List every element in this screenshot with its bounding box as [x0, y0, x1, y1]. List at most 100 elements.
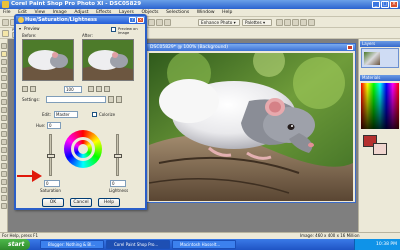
red-eye-tool-icon[interactable]: [1, 99, 7, 105]
menu-file[interactable]: File: [0, 9, 14, 17]
navigate-icon[interactable]: [88, 86, 94, 92]
reset-icon[interactable]: [116, 96, 122, 103]
palettes-panel: Layers Materials: [358, 39, 400, 232]
ok-button[interactable]: OK: [42, 198, 64, 207]
image-window-title: DSC05829* @ 100% (Background): [147, 44, 355, 51]
proof-icon[interactable]: [96, 86, 102, 92]
hue-label: Hue:: [36, 123, 46, 128]
picture-tube-tool-icon[interactable]: [1, 195, 7, 201]
image-window-close-icon[interactable]: [347, 45, 353, 50]
move-tool-icon[interactable]: [1, 75, 7, 81]
script-run-icon[interactable]: [148, 19, 155, 26]
menu-selections[interactable]: Selections: [163, 9, 192, 17]
layers-palette-title: Layers: [360, 41, 400, 47]
tool-options-icon[interactable]: [308, 19, 315, 26]
after-preview[interactable]: [82, 39, 134, 81]
lightness-input[interactable]: 0: [110, 180, 126, 187]
dialog-close-icon[interactable]: ×: [137, 17, 144, 23]
hue-wheel[interactable]: [64, 130, 102, 168]
crop-tool-icon[interactable]: [1, 67, 7, 73]
saturation-input[interactable]: 0: [44, 180, 60, 187]
smudge-tool-icon[interactable]: [1, 171, 7, 177]
clone-tool-icon[interactable]: [1, 107, 7, 113]
taskbar-item-macintosh[interactable]: Macintosh Hasselt...: [172, 240, 236, 249]
shape-tool-icon[interactable]: [1, 147, 7, 153]
edit-label: Edit:: [42, 112, 52, 117]
preview-on-image-checkbox[interactable]: [111, 27, 116, 32]
settings-label: Settings:: [22, 97, 40, 102]
start-button[interactable]: start: [0, 239, 30, 250]
layers-palette-icon[interactable]: [276, 19, 283, 26]
warp-tool-icon[interactable]: [1, 187, 7, 193]
rat-photo[interactable]: [149, 53, 353, 201]
text-tool-icon[interactable]: [1, 139, 7, 145]
materials-icon[interactable]: [300, 19, 307, 26]
cancel-button[interactable]: Cancel: [70, 198, 92, 207]
hue-input[interactable]: 0: [47, 122, 61, 129]
dodge-tool-icon[interactable]: [1, 163, 7, 169]
eraser-tool-icon[interactable]: [1, 123, 7, 129]
pan-tool-icon[interactable]: [1, 43, 7, 49]
pen-tool-icon[interactable]: [1, 155, 7, 161]
status-bar: For Help, press F1 Image: 460 x 400 x 16…: [0, 232, 400, 239]
image-window: DSC05829* @ 100% (Background): [146, 43, 356, 203]
script-edit-icon[interactable]: [156, 19, 163, 26]
zoom-in-preview-icon[interactable]: [30, 86, 36, 92]
maximize-button[interactable]: □: [381, 1, 389, 8]
lightness-slider-thumb[interactable]: [114, 154, 122, 158]
close-button[interactable]: ×: [390, 1, 398, 8]
learning-icon[interactable]: [164, 19, 171, 26]
settings-dropdown[interactable]: [46, 96, 106, 103]
overview-icon[interactable]: [284, 19, 291, 26]
selection-tool-icon[interactable]: [1, 83, 7, 89]
palettes-button[interactable]: Palettes ▾: [242, 19, 272, 26]
retouch-tool-icon[interactable]: [1, 179, 7, 185]
app-title: Corel Paint Shop Pro Photo XI - DSC05829: [11, 1, 142, 7]
enhance-photo-button[interactable]: Enhance Photo ▾: [198, 19, 240, 26]
help-button[interactable]: Help: [98, 198, 120, 207]
save-preset-icon[interactable]: [108, 96, 114, 103]
zoom-tool-icon[interactable]: [2, 30, 9, 37]
system-tray: 10:38 PM: [354, 239, 400, 250]
colorize-label: Colorize: [99, 112, 116, 117]
layer-thumbnail: [364, 52, 380, 65]
preview-on-image-label: Preview on Image: [118, 27, 138, 35]
red-arrow-annotation: [17, 170, 42, 182]
edit-dropdown-value: Master: [56, 112, 70, 117]
saturation-slider-thumb[interactable]: [47, 154, 55, 158]
dropper-tool-icon[interactable]: [1, 91, 7, 97]
zoom-tool-icon-side[interactable]: [1, 51, 7, 57]
scratch-remover-tool-icon[interactable]: [1, 203, 7, 209]
preview-zoom-input[interactable]: 100: [64, 86, 82, 93]
fill-tool-icon[interactable]: [1, 131, 7, 137]
menu-window[interactable]: Window: [194, 9, 218, 17]
menu-help[interactable]: Help: [219, 9, 235, 17]
dialog-help-icon[interactable]: ?: [129, 17, 136, 23]
brush-tool-icon[interactable]: [1, 115, 7, 121]
collapse-icon: ▾: [19, 26, 22, 31]
background-color-swatch[interactable]: [373, 143, 387, 155]
before-preview-image: [23, 40, 73, 80]
dialog-title: Hue/Saturation/Lightness: [16, 16, 145, 24]
preview-label: Preview: [24, 26, 40, 31]
after-label: After:: [82, 33, 93, 38]
edit-dropdown[interactable]: Master: [54, 111, 78, 118]
zoom-out-preview-icon[interactable]: [22, 86, 28, 92]
histogram-icon[interactable]: [292, 19, 299, 26]
tools-toolbar: [0, 39, 8, 232]
saturation-label: Saturation: [40, 188, 61, 193]
preview-toggle[interactable]: ▾ Preview: [19, 26, 89, 32]
auto-proof-icon[interactable]: [104, 86, 110, 92]
clock: 10:38 PM: [376, 242, 397, 247]
minimize-button[interactable]: _: [372, 1, 380, 8]
before-preview[interactable]: [22, 39, 74, 81]
deform-tool-icon[interactable]: [1, 59, 7, 65]
taskbar-item-blogger[interactable]: Blogger: Nothing & Bl...: [40, 240, 104, 249]
taskbar-item-paintshop[interactable]: Corel Paint Shop Pro...: [106, 240, 170, 249]
new-icon[interactable]: [2, 19, 9, 26]
color-spectrum[interactable]: [361, 83, 399, 129]
layer-row-background[interactable]: [361, 48, 399, 68]
app-icon: [2, 1, 9, 8]
colorize-checkbox[interactable]: [92, 112, 97, 117]
status-help-text: For Help, press F1: [2, 233, 39, 238]
